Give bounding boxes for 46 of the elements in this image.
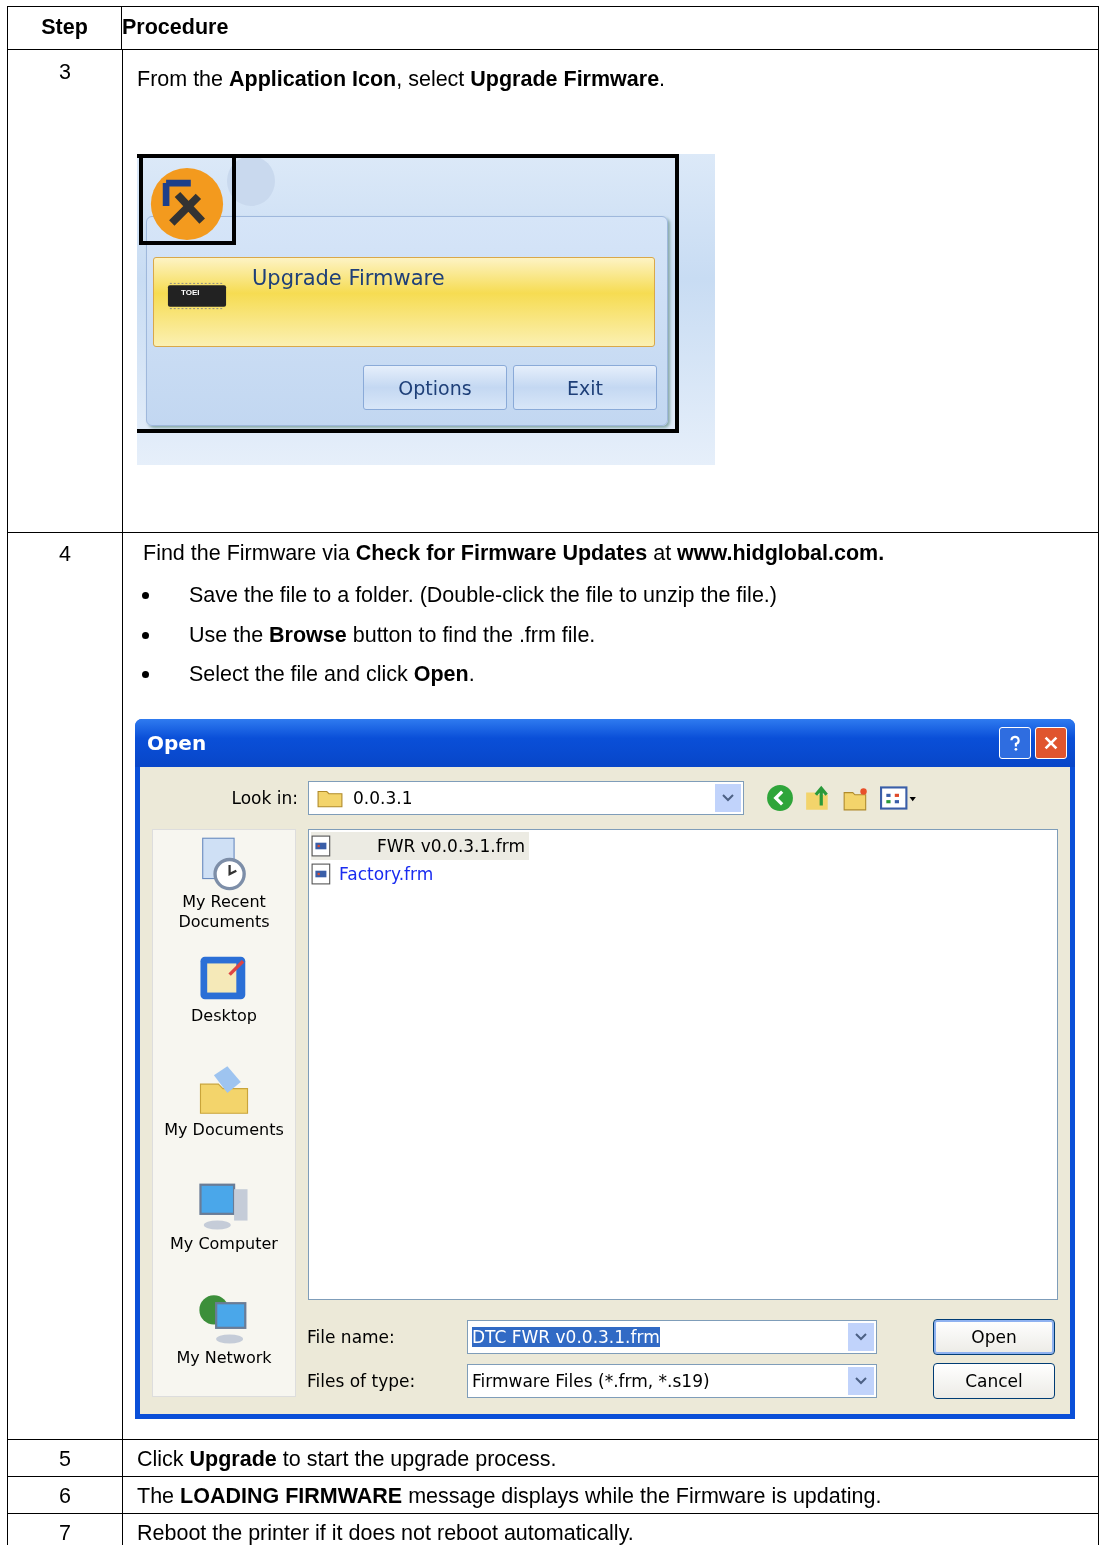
- menu-item-label: Upgrade Firmware: [252, 266, 445, 290]
- file-icon: [311, 862, 333, 885]
- view-menu-icon[interactable]: [880, 783, 918, 812]
- step-number: 3: [59, 60, 71, 84]
- bullet-text: Use the Browse button to find the .frm file.: [189, 622, 596, 648]
- menu-item[interactable]: TOEI Upgrade Firmware: [153, 257, 655, 347]
- bullet-icon: [142, 671, 149, 679]
- chip-label: TOEI: [181, 288, 200, 297]
- file-type-dropdown[interactable]: Firmware Files (*.frm, *.s19): [467, 1363, 877, 1398]
- open-button[interactable]: Open: [933, 1318, 1055, 1355]
- bullet-icon: [142, 631, 149, 639]
- step-number: 5: [59, 1447, 71, 1471]
- instruction-text: Reboot the printer if it does not reboot automatically.: [137, 1521, 635, 1545]
- file-item[interactable]: Factory.frm: [311, 859, 438, 888]
- bullet-text: Select the file and click Open.: [189, 662, 475, 688]
- step-number: 4: [59, 542, 71, 566]
- file-item[interactable]: FWR v0.0.3.1.frm: [311, 831, 529, 860]
- help-button[interactable]: [999, 726, 1031, 759]
- look-in-dropdown[interactable]: 0.0.3.1: [308, 780, 744, 815]
- bullet-icon: [142, 592, 149, 600]
- column-header: Step: [8, 7, 122, 49]
- step-number: 6: [59, 1484, 71, 1508]
- file-name-field[interactable]: DTC FWR v0.0.3.1.frm: [467, 1319, 877, 1354]
- look-in-label: Look in:: [230, 787, 298, 808]
- close-button[interactable]: [1035, 726, 1067, 759]
- places-item[interactable]: My Network: [154, 1291, 294, 1396]
- tools-icon[interactable]: [149, 166, 225, 242]
- file-icon: [311, 834, 333, 857]
- instruction-text: The LOADING FIRMWARE message displays while the Firmware is updating.: [137, 1484, 883, 1509]
- window-title: Open: [147, 730, 208, 755]
- chip-icon: [166, 281, 228, 311]
- places-item[interactable]: Desktop: [154, 949, 294, 1054]
- instruction-text: From the Application Icon, select Upgrade Firmware.: [137, 67, 667, 92]
- places-item[interactable]: My Computer: [154, 1177, 294, 1282]
- cancel-button[interactable]: Cancel: [933, 1362, 1055, 1399]
- menu-button[interactable]: Exit: [513, 365, 657, 410]
- file-name-label: File name:: [307, 1326, 396, 1347]
- places-item[interactable]: My Recent Documents: [154, 835, 294, 940]
- instruction-text: Click Upgrade to start the upgrade process.: [137, 1447, 558, 1472]
- menu-button[interactable]: Options: [363, 365, 507, 410]
- instruction-text: Find the Firmware via Check for Firmware Updates at www.hidglobal.com.: [142, 541, 886, 566]
- step-number: 7: [59, 1521, 71, 1545]
- bullet-text: Save the file to a folder. (Double-click the file to unzip the file.): [189, 583, 777, 609]
- column-header: Procedure: [122, 14, 230, 41]
- file-type-label: Files of type:: [307, 1370, 417, 1391]
- places-item[interactable]: My Documents: [154, 1063, 294, 1168]
